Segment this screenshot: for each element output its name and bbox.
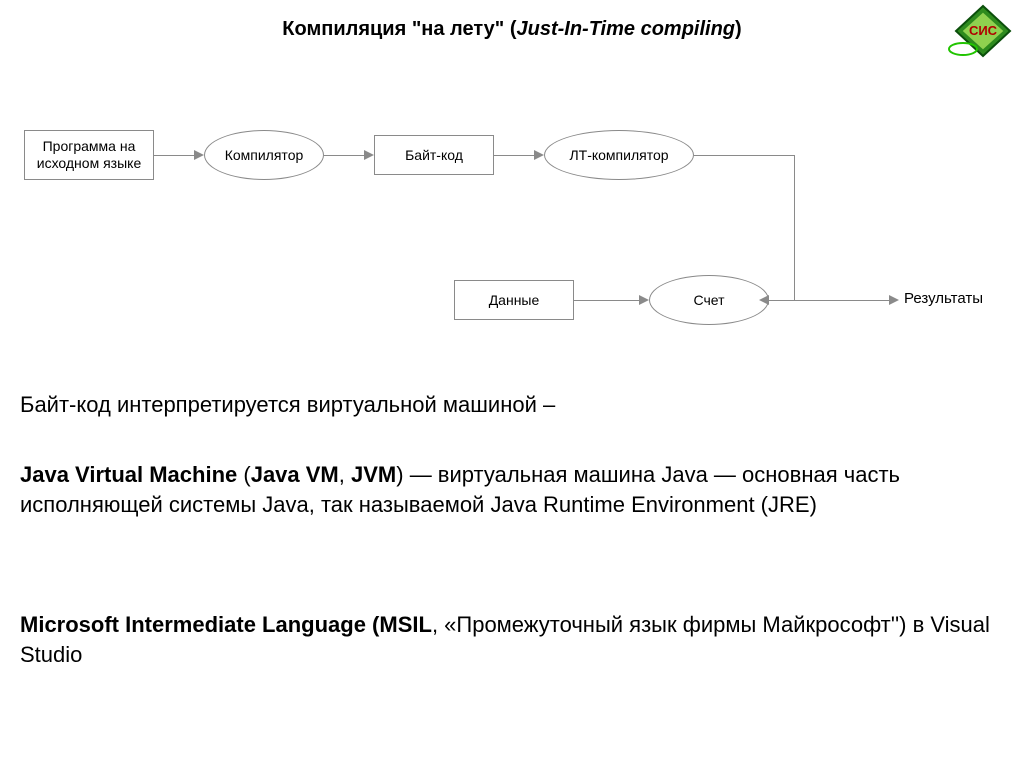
node-jit-compiler: ЛТ-компилятор bbox=[544, 130, 694, 180]
arrow-head-icon bbox=[364, 150, 374, 160]
node-compiler: Компилятор bbox=[204, 130, 324, 180]
label-results: Результаты bbox=[904, 290, 983, 307]
arrow bbox=[574, 300, 639, 301]
text: ( bbox=[237, 462, 250, 487]
arrow bbox=[769, 300, 889, 301]
text-bold: Java VM bbox=[251, 462, 339, 487]
arrow-head-icon bbox=[534, 150, 544, 160]
text: , bbox=[339, 462, 351, 487]
text-bold: Java Virtual Machine bbox=[20, 462, 237, 487]
page-title: Компиляция "на лету" (Just-In-Time compi… bbox=[0, 18, 1024, 41]
paragraph-bytecode-interpreted: Байт-код интерпретируется виртуальной ма… bbox=[20, 390, 1000, 420]
arrow-head-icon bbox=[639, 295, 649, 305]
jit-flow-diagram: Программа на исходном языке Компилятор Б… bbox=[24, 90, 1004, 350]
text: Байт-код интерпретируется виртуальной ма… bbox=[20, 392, 555, 417]
arrow-head-icon bbox=[194, 150, 204, 160]
arrow bbox=[694, 155, 794, 156]
arrow bbox=[154, 155, 194, 156]
paragraph-msil: Microsoft Intermediate Language (MSIL, «… bbox=[20, 610, 1000, 669]
arrow-head-icon bbox=[889, 295, 899, 305]
title-prefix: Компиляция "на лету" ( bbox=[282, 18, 516, 40]
text-bold: Microsoft Intermediate Language (MSIL bbox=[20, 612, 432, 637]
title-suffix: ) bbox=[735, 18, 742, 40]
node-bytecode: Байт-код bbox=[374, 135, 494, 175]
text-bold: JVM bbox=[351, 462, 396, 487]
arrow-head-icon bbox=[759, 295, 769, 305]
paragraph-jvm: Java Virtual Machine (Java VM, JVM) — ви… bbox=[20, 460, 1000, 519]
node-data: Данные bbox=[454, 280, 574, 320]
arrow bbox=[494, 155, 534, 156]
node-source-program: Программа на исходном языке bbox=[24, 130, 154, 180]
arrow bbox=[794, 155, 795, 300]
title-italic: Just-In-Time compiling bbox=[516, 18, 735, 40]
arrow bbox=[324, 155, 364, 156]
node-run: Счет bbox=[649, 275, 769, 325]
